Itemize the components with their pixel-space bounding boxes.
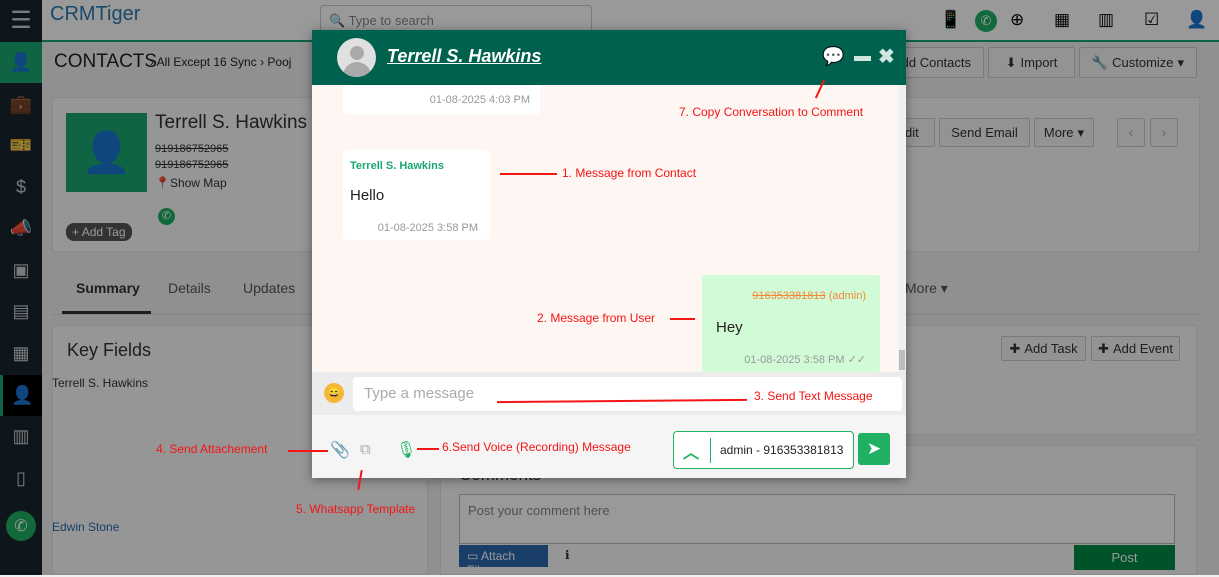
annotation-2: 2. Message from User [537, 311, 656, 325]
template-icon[interactable]: ⧉ [360, 441, 371, 458]
arrow-4 [288, 450, 328, 452]
chat-scrollbar[interactable] [898, 85, 906, 372]
message-text: Hey [716, 319, 743, 336]
arrow-2 [670, 318, 695, 320]
message-bubble: 01-08-2025 4:03 PM [343, 85, 540, 114]
annotation-4: 4. Send Attachement [156, 442, 268, 456]
paperclip-icon[interactable]: 📎 [330, 440, 350, 460]
chat-contact-name[interactable]: Terrell S. Hawkins [387, 46, 541, 67]
copy-conversation-icon[interactable]: 💬 [822, 46, 844, 67]
annotation-5: 5. Whatsapp Template [296, 502, 416, 516]
chevron-up-icon[interactable]: ︿ [683, 439, 699, 463]
microphone-icon[interactable]: 🎙 [396, 440, 416, 460]
arrow-6 [417, 448, 439, 450]
contact-avatar [337, 38, 376, 77]
message-sender: 916353381813 [752, 290, 826, 302]
annotation-7: 7. Copy Conversation to Comment [679, 105, 864, 119]
message-from-user: 916353381813 (admin) Hey 01-08-2025 3:58… [702, 275, 880, 372]
send-button[interactable]: ➤ [858, 433, 890, 465]
message-time: 01-08-2025 3:58 PM [377, 222, 478, 234]
sender-select[interactable]: ︿ admin - 916353381813 [673, 431, 854, 469]
double-check-icon: ✓✓ [847, 354, 866, 366]
annotation-6: 6.Send Voice (Recording) Message [442, 440, 631, 454]
arrow-1 [500, 173, 557, 175]
message-text: Hello [350, 187, 385, 204]
message-from-contact: Terrell S. Hawkins Hello 01-08-2025 3:58… [343, 150, 490, 240]
chat-header: Terrell S. Hawkins 💬 ✖ [312, 30, 906, 85]
close-icon[interactable]: ✖ [878, 44, 895, 69]
minimize-icon[interactable] [854, 56, 871, 61]
message-time: 01-08-2025 3:58 PM [744, 354, 845, 366]
annotation-3: 3. Send Text Message [754, 389, 873, 403]
annotation-1: 1. Message from Contact [562, 166, 697, 180]
message-sender: Terrell S. Hawkins [350, 160, 444, 172]
emoji-icon[interactable]: 😄 [324, 383, 344, 403]
sender-select-value: admin - 916353381813 [720, 443, 844, 457]
